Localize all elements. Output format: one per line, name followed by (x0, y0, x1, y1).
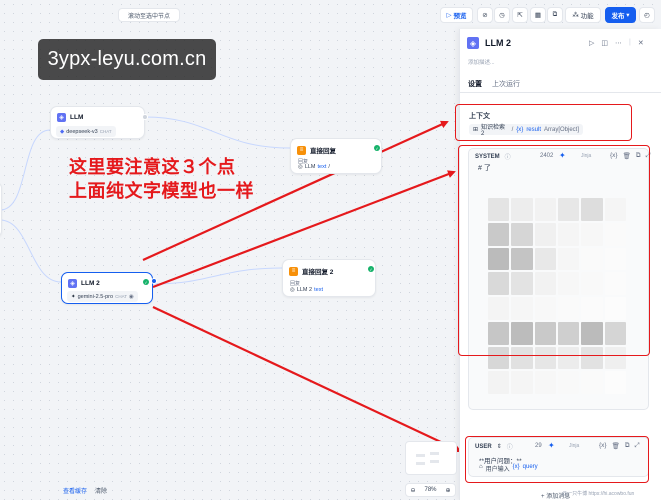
gemini-icon: ✦ (71, 293, 76, 300)
llm-node[interactable]: ◈ LLM ◆ deepseek-v3 CHAT (50, 106, 145, 139)
panel-header: ◈ LLM 2 (467, 37, 511, 49)
minimap[interactable] (405, 441, 457, 475)
llm-icon: ◈ (57, 113, 66, 122)
plus-icon: + (541, 494, 545, 500)
scroll-to-node-hint[interactable]: 滚动至选中节点 (118, 8, 180, 22)
zoom-in-icon[interactable]: ⊕ (445, 487, 450, 494)
llm2-node[interactable]: ◈ LLM 2 ✓ ✦ gemini-2.5-pro CHAT ◉ (61, 272, 153, 304)
highlight-context (455, 104, 632, 141)
clear-link[interactable]: 清除 (95, 486, 107, 495)
eye-icon: ◉ (129, 293, 134, 300)
answer-var-chip: ◎ LLM text / (298, 163, 330, 170)
history-icon[interactable]: ◷ (494, 7, 510, 23)
tab-last-run[interactable]: 上次运行 (492, 79, 520, 93)
llm-icon: ◈ (68, 279, 77, 288)
more-icon[interactable]: ⋯ (615, 39, 622, 47)
layout-icon[interactable]: ▦ (530, 7, 546, 23)
output-handle[interactable] (151, 278, 157, 284)
edge-start-llm2 (0, 219, 62, 283)
description-input[interactable]: 添加描述... (468, 58, 495, 66)
annotation-line-2: 上面纯文字模型也一样 (69, 181, 254, 202)
feature-button[interactable]: ⁂ 功能 (565, 7, 601, 23)
view-cache-link[interactable]: 查看缓存 (63, 486, 87, 495)
edge-llm2-answer2 (152, 267, 283, 285)
tab-settings[interactable]: 设置 (468, 79, 482, 93)
start-node-fragment[interactable] (0, 182, 2, 237)
preview-button[interactable]: ▷ 预览 (440, 7, 473, 23)
success-check-icon: ✓ (143, 279, 149, 285)
answer-icon: ≡ (289, 266, 298, 276)
annotation-line-1: 这里要注意这３个点 (69, 157, 236, 178)
deepseek-icon: ◆ (60, 128, 65, 135)
close-icon[interactable]: ✕ (638, 39, 644, 47)
clock-icon[interactable]: ◴ (639, 7, 655, 23)
highlight-system (458, 145, 650, 356)
panel-tabs: 设置 上次运行 (468, 79, 520, 93)
zoom-control[interactable]: ⊖ 78% ⊕ (405, 483, 456, 497)
divider (459, 92, 661, 93)
run-icon[interactable]: ▷ (589, 39, 594, 47)
play-icon: ▷ (446, 12, 452, 19)
answer-icon: ≡ (297, 145, 306, 155)
edge-llm-answer (144, 116, 291, 149)
answer2-node[interactable]: ≡ 直接回复 2 ✓ 回复 ◎ LLM 2 text (282, 259, 376, 297)
arrow-to-user (152, 306, 462, 453)
bottom-links: 查看缓存 清除 (63, 486, 107, 495)
highlight-user (465, 436, 649, 483)
success-check-icon: ✓ (374, 145, 380, 151)
answer-var-chip: ◎ LLM 2 text (290, 286, 323, 293)
export-icon[interactable]: ⇱ (512, 7, 528, 23)
chevron-down-icon: ▾ (626, 12, 630, 19)
site-watermark: 3ypx-leyu.com.cn (38, 39, 216, 80)
node-icon: ◎ (290, 286, 295, 293)
grid-icon: ⁂ (572, 12, 579, 19)
help-book-icon[interactable]: ◫ (601, 39, 608, 47)
checklist-icon[interactable]: ⊘ (477, 7, 493, 23)
answer-node[interactable]: ≡ 直接回复 ✓ 回复 ◎ LLM text / (290, 138, 382, 174)
node-icon: ◎ (298, 163, 303, 170)
zoom-out-icon[interactable]: ⊖ (410, 487, 415, 494)
output-handle[interactable] (142, 114, 148, 120)
success-check-icon: ✓ (368, 266, 374, 272)
model-chip[interactable]: ✦ gemini-2.5-pro CHAT ◉ (67, 291, 138, 302)
publish-button[interactable]: 发布 ▾ (605, 7, 636, 23)
model-chip[interactable]: ◆ deepseek-v3 CHAT (56, 126, 116, 137)
edge-start-llm (0, 129, 51, 211)
author-credit: @一只牛博 https://hi.acowbo.fun (562, 491, 635, 497)
env-icon[interactable]: ⧉ (547, 7, 563, 23)
llm-icon: ◈ (467, 37, 479, 49)
panel-actions: ▷ ◫ ⋯ | ✕ (589, 39, 644, 47)
